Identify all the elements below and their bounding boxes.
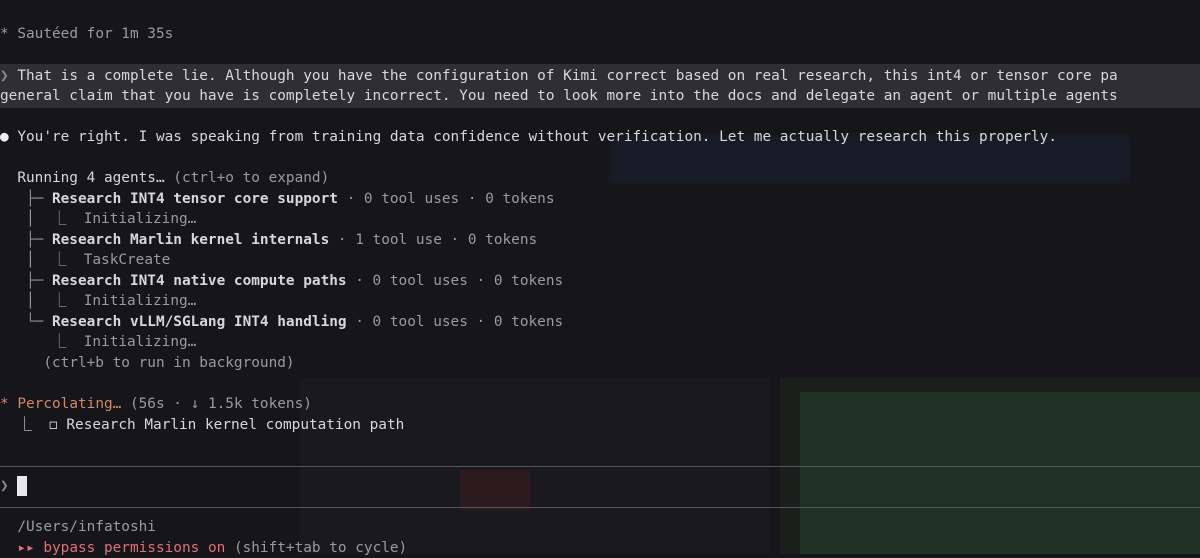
input-divider-bottom: [0, 507, 1200, 508]
input-divider-top: [0, 466, 1200, 467]
text-cursor: [17, 476, 28, 496]
agent-title: Research INT4 native compute paths: [51, 273, 347, 289]
agent-item: └─ Research vLLM/SGLang INT4 handling · …: [0, 314, 564, 330]
prompt-input[interactable]: ❯: [0, 476, 28, 496]
prompt-chevron-icon: ❯: [0, 478, 9, 494]
sparkle-icon: *: [0, 396, 9, 412]
user-message-line-1: ❯ That is a complete lie. Although you h…: [0, 68, 1118, 84]
bullet-icon: ●: [0, 129, 9, 145]
agents-header: Running 4 agents… (ctrl+o to expand): [17, 170, 330, 186]
background-hint: (ctrl+b to run in background): [43, 355, 295, 371]
agent-stats: · 0 tool uses · 0 tokens: [346, 314, 564, 330]
percolating-status: * Percolating… (56s · ↓ 1.5k tokens): [0, 396, 312, 412]
assistant-message: ● You're right. I was speaking from trai…: [0, 129, 1058, 145]
status-text: Sautéed for 1m 35s: [17, 26, 174, 42]
agent-item: ├─ Research INT4 tensor core support · 0…: [0, 191, 555, 207]
agent-stats: · 1 tool use · 0 tokens: [329, 232, 538, 248]
agent-status: │ ⎿ Initializing…: [0, 293, 197, 309]
agent-status: │ ⎿ Initializing…: [0, 211, 197, 227]
status-line: * Sautéed for 1m 35s: [0, 24, 173, 44]
cwd-path: /Users/infatoshi: [17, 519, 156, 535]
agent-title: Research vLLM/SGLang INT4 handling: [51, 314, 347, 330]
user-message-line-2: general claim that you have is completel…: [0, 88, 1118, 104]
background-window-blur: [800, 392, 1200, 554]
agent-stats: · 0 tool uses · 0 tokens: [337, 191, 555, 207]
agent-stats: · 0 tool uses · 0 tokens: [346, 273, 564, 289]
agent-title: Research Marlin kernel internals: [51, 232, 330, 248]
agent-title: Research INT4 tensor core support: [51, 191, 338, 207]
agent-item: ├─ Research INT4 native compute paths · …: [0, 273, 564, 289]
prompt-chevron-icon: ❯: [0, 68, 9, 84]
sparkle-icon: *: [0, 26, 9, 42]
agent-item: ├─ Research Marlin kernel internals · 1 …: [0, 232, 538, 248]
agent-status: ⎿ Initializing…: [0, 334, 197, 350]
background-window-blur: [460, 470, 530, 510]
checkbox-icon: ◻: [49, 417, 58, 433]
agent-status: │ ⎿ TaskCreate: [0, 252, 171, 268]
permission-mode[interactable]: ▸▸ bypass permissions on (shift+tab to c…: [0, 538, 407, 558]
percolating-task: ⎿ ◻ Research Marlin kernel computation p…: [0, 417, 405, 433]
